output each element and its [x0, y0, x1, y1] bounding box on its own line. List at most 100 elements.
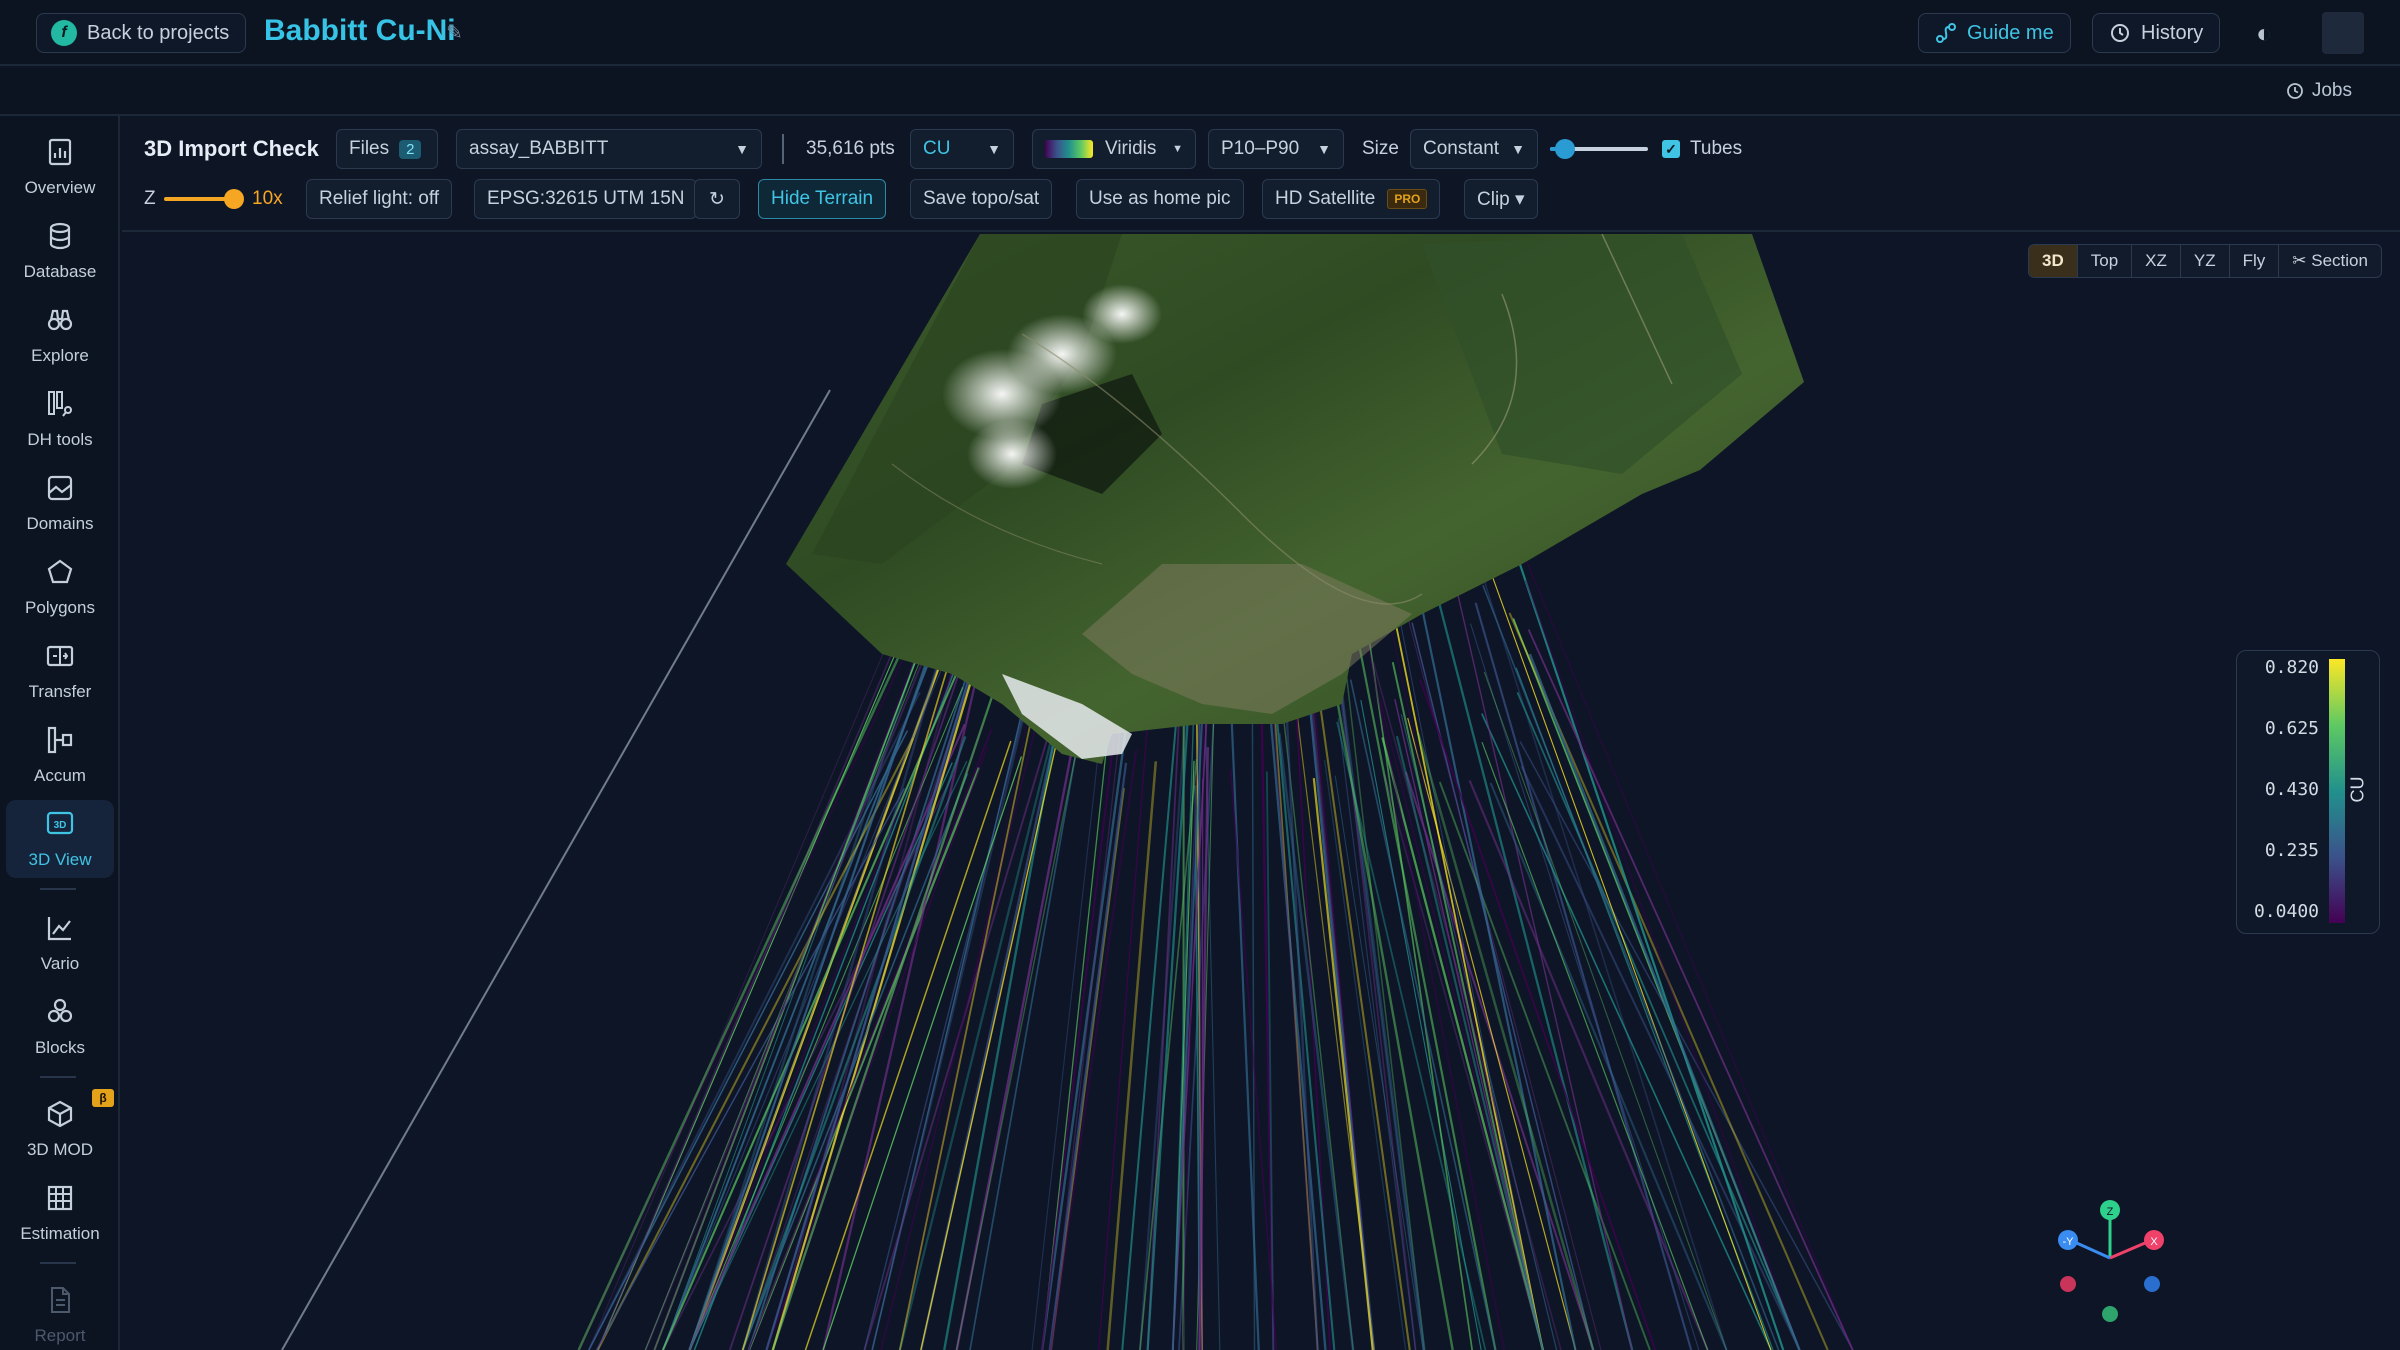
sidebar-item-label: Blocks [34, 1037, 86, 1057]
hd-satellite-button[interactable]: HD Satellite PRO [1262, 179, 1441, 219]
drillhole-trace [729, 614, 980, 1350]
files-count-badge: 2 [399, 139, 422, 159]
sidebar-item-domains[interactable]: Domains [6, 464, 114, 542]
sidebar-item-transfer[interactable]: Transfer [6, 632, 114, 710]
overview-icon [45, 137, 75, 172]
sidebar-divider [40, 1076, 76, 1078]
sidebar-item-label: DH tools [27, 429, 93, 449]
drillhole-trace [1481, 741, 1709, 1350]
tab-top[interactable]: Top [2078, 245, 2133, 277]
neg-y-axis-icon[interactable] [2144, 1276, 2160, 1292]
history-icon [2111, 24, 2129, 42]
sidebar-item-label: Overview [24, 177, 96, 197]
variable-select[interactable]: CU ▼ [910, 129, 1014, 169]
legend-tick: 0.0400 [2253, 901, 2319, 922]
sidebar-item-label: Estimation [20, 1223, 100, 1243]
sidebar-item-database[interactable]: Database [6, 212, 114, 290]
refresh-icon[interactable]: ↻ [694, 179, 740, 219]
legend-gradient [2329, 659, 2345, 923]
legend-variable-label: CU [2347, 776, 2368, 803]
sidebar-item-dh-tools[interactable]: DH tools [6, 380, 114, 458]
tab-3d[interactable]: 3D [2029, 245, 2078, 277]
axis-gizmo[interactable]: Z X -Y [2058, 1200, 2164, 1322]
guide-label: Guide me [1967, 21, 2054, 44]
sidebar-item-overview[interactable]: Overview [6, 128, 114, 206]
crs-button[interactable]: EPSG:32615 UTM 15N [474, 179, 698, 219]
sidebar-divider [40, 888, 76, 890]
sidebar-item-report[interactable]: Report [6, 1276, 114, 1350]
sidebar-item-estimation[interactable]: Estimation [6, 1174, 114, 1252]
z-axis-label: Z [2107, 1206, 2114, 1218]
back-label: Back to projects [87, 21, 230, 44]
neg-z-axis-icon[interactable] [2102, 1306, 2118, 1322]
jobs-bar: Jobs [0, 68, 2400, 116]
z-slider-knob[interactable] [224, 189, 244, 209]
colormap-swatch [1045, 140, 1093, 158]
top-bar: f Back to projects Babbitt Cu-Ni ✎ Guide… [0, 0, 2400, 66]
use-as-home-pic-button[interactable]: Use as home pic [1076, 179, 1244, 219]
drillhole-trace [1049, 749, 1138, 1350]
jobs-button[interactable]: Jobs [2286, 80, 2352, 102]
tab-yz[interactable]: YZ [2181, 245, 2230, 277]
tubes-checkbox[interactable]: ✓ Tubes [1662, 129, 1742, 169]
checkbox-checked-icon: ✓ [1662, 140, 1680, 158]
x-axis-label: X [2150, 1236, 2158, 1248]
clip-dropdown[interactable]: Clip ▾ [1464, 179, 1538, 219]
chevron-down-icon: ▼ [1172, 143, 1183, 155]
avatar[interactable] [2322, 12, 2364, 54]
drillhole-trace [1481, 713, 1772, 1350]
sidebar-item-blocks[interactable]: Blocks [6, 988, 114, 1066]
size-mode-value: Constant [1423, 138, 1500, 159]
drillhole-trace [955, 694, 1089, 1350]
theme-toggle-icon[interactable]: ◐ [2256, 18, 2272, 49]
tab-xz[interactable]: XZ [2132, 245, 2181, 277]
beta-badge: β [92, 1089, 114, 1107]
colormap-select[interactable]: Viridis ▼ [1032, 129, 1196, 169]
3d-viewport[interactable]: Z X -Y 3D Top XZ YZ Fly ✂ Section 0.820 … [122, 234, 2400, 1350]
hd-satellite-label: HD Satellite [1275, 188, 1376, 209]
drillhole-trace [1346, 539, 1506, 1350]
size-mode-select[interactable]: Constant ▼ [1410, 129, 1538, 169]
guide-me-button[interactable]: Guide me [1918, 13, 2071, 53]
dataset-select[interactable]: assay_BABBITT ▼ [456, 129, 762, 169]
3d-scene[interactable]: Z X -Y [122, 234, 2400, 1350]
save-topo-button[interactable]: Save topo/sat [910, 179, 1053, 219]
sidebar-item-explore[interactable]: Explore [6, 296, 114, 374]
svg-text:3D: 3D [54, 820, 67, 831]
size-slider-knob[interactable] [1554, 139, 1575, 159]
range-value: P10–P90 [1221, 138, 1300, 159]
report-icon [45, 1285, 75, 1320]
sidebar-item-polygons[interactable]: Polygons [6, 548, 114, 626]
legend-tick: 0.625 [2264, 718, 2319, 739]
relief-light-toggle[interactable]: Relief light: off [306, 179, 453, 219]
tab-section[interactable]: ✂ Section [2279, 245, 2381, 277]
drillhole-trace [1516, 692, 1801, 1350]
back-to-projects-button[interactable]: f Back to projects [36, 13, 247, 53]
sidebar-item-label: Vario [40, 953, 80, 973]
sidebar-item-accum[interactable]: Accum [6, 716, 114, 794]
pencil-icon[interactable]: ✎ [446, 20, 463, 45]
drillhole-trace [1482, 584, 1780, 1350]
hide-terrain-button[interactable]: Hide Terrain [758, 179, 887, 219]
history-button[interactable]: History [2092, 13, 2221, 53]
tab-fly[interactable]: Fly [2230, 245, 2280, 277]
neg-x-axis-icon[interactable] [2060, 1276, 2076, 1292]
z-exaggeration-slider[interactable] [164, 188, 244, 210]
size-slider[interactable] [1550, 138, 1648, 160]
tubes-label: Tubes [1690, 138, 1743, 159]
range-select[interactable]: P10–P90 ▼ [1208, 129, 1344, 169]
sidebar-item-3d-view[interactable]: 3D 3D View [6, 800, 114, 878]
drillhole-trace [1412, 568, 1577, 1350]
pro-badge: PRO [1387, 189, 1428, 209]
drillhole-trace [596, 737, 914, 1350]
sidebar-divider [40, 1262, 76, 1264]
legend-tick: 0.235 [2264, 840, 2319, 861]
sidebar-item-vario[interactable]: Vario [6, 904, 114, 982]
dataset-value: assay_BABBITT [469, 138, 609, 159]
drillhole-trace [804, 740, 1012, 1350]
files-button[interactable]: Files 2 [336, 129, 438, 169]
terrain-surface [786, 234, 1804, 764]
y-axis-label: -Y [2063, 1236, 2075, 1248]
view-mode-tabs: 3D Top XZ YZ Fly ✂ Section [2028, 244, 2382, 278]
binoculars-icon [45, 305, 75, 340]
